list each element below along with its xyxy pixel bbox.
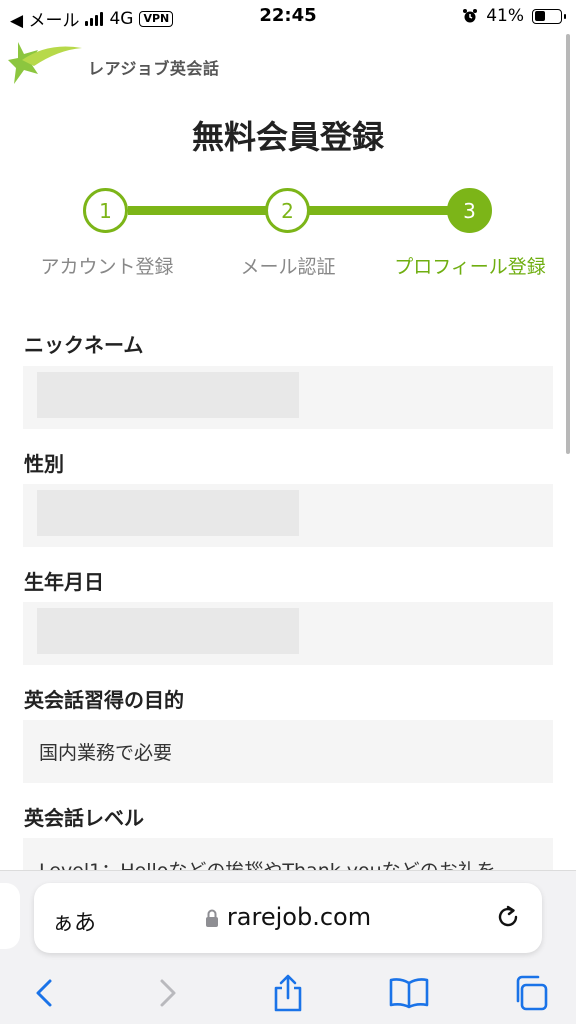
back-button[interactable]	[22, 971, 66, 1015]
page-title: 無料会員登録	[191, 118, 384, 156]
purpose-value: 国内業務で必要	[39, 742, 173, 764]
battery-icon	[532, 8, 566, 24]
lock-icon	[205, 909, 218, 927]
step-connector-1	[128, 206, 268, 215]
step-connector-2	[308, 206, 450, 215]
birthday-input[interactable]	[37, 608, 299, 654]
level-select[interactable]: Level1：Helloなどの挨拶やThank youなどのお礼を	[23, 838, 553, 872]
chevron-left-icon	[36, 979, 52, 1007]
nickname-input[interactable]	[37, 372, 299, 418]
step-label-3: プロフィール登録	[394, 256, 546, 278]
gender-field[interactable]	[23, 484, 553, 547]
chevron-right-icon	[160, 979, 176, 1007]
step-label-2: メール認証	[240, 256, 336, 278]
gender-select[interactable]	[37, 490, 299, 536]
logo[interactable]: レアジョブ英会話	[8, 40, 219, 94]
level-label: 英会話レベル	[24, 806, 144, 830]
url-text: rarejob.com	[226, 903, 372, 931]
status-right: 41%	[462, 6, 566, 26]
step-circle-3: 3	[447, 188, 492, 233]
share-icon	[274, 974, 302, 1012]
reload-icon[interactable]	[494, 903, 522, 931]
battery-level	[534, 11, 545, 21]
forward-button[interactable]	[146, 971, 190, 1015]
previous-tab-preview[interactable]	[0, 883, 20, 949]
browser-toolbar	[0, 971, 576, 1015]
birthday-label: 生年月日	[24, 570, 104, 594]
purpose-label: 英会話習得の目的	[24, 688, 184, 712]
registration-stepper: 1 2 3	[0, 186, 576, 236]
bookmarks-button[interactable]	[387, 971, 431, 1015]
star-logo-icon	[8, 42, 82, 84]
address-bar[interactable]: ぁあ rarejob.com	[34, 883, 542, 953]
logo-text: レアジョブ英会話	[88, 59, 220, 78]
purpose-select[interactable]: 国内業務で必要	[23, 720, 553, 783]
nickname-label: ニックネーム	[24, 333, 144, 357]
nickname-field[interactable]	[23, 366, 553, 429]
browser-bottom-bar: ぁあ rarejob.com	[0, 870, 576, 1024]
alarm-icon	[463, 9, 478, 23]
tabs-icon	[516, 975, 548, 1011]
step-label-1: アカウント登録	[40, 256, 174, 278]
url-display[interactable]: rarejob.com	[34, 903, 542, 931]
share-button[interactable]	[266, 971, 310, 1015]
step-circle-2: 2	[265, 188, 310, 233]
battery-percent: 41%	[486, 6, 524, 26]
status-bar: ◀ メール 4G VPN 22:45 41%	[0, 0, 576, 34]
gender-label: 性別	[24, 452, 64, 476]
page-scrollbar[interactable]	[566, 34, 570, 454]
step-circle-1: 1	[83, 188, 128, 233]
book-icon	[389, 978, 429, 1009]
tabs-button[interactable]	[508, 971, 552, 1015]
birthday-field[interactable]	[23, 602, 553, 665]
